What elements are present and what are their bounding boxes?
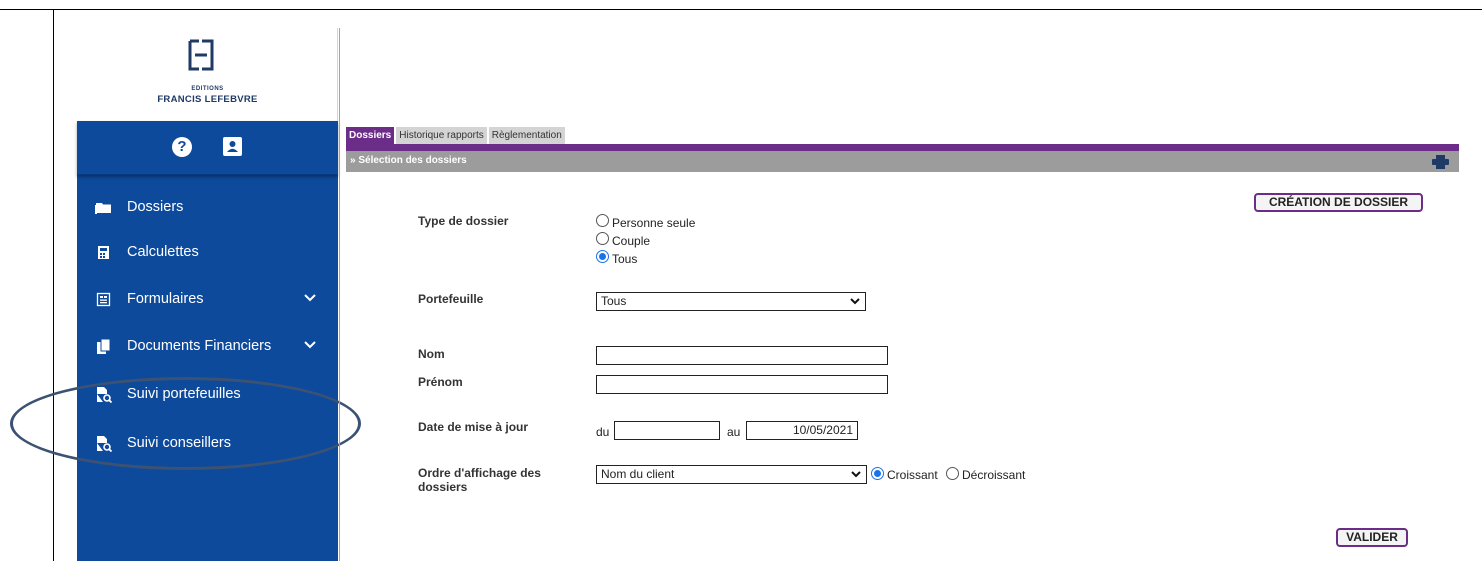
radio-personne-seule[interactable] xyxy=(596,214,609,227)
chevron-down-icon[interactable] xyxy=(304,340,316,350)
radio-decroissant[interactable] xyxy=(946,467,959,480)
documents-icon xyxy=(97,338,111,354)
printer-icon[interactable] xyxy=(1432,155,1449,169)
screenshot-left-border xyxy=(53,9,54,561)
brand-name: FRANCIS LEFEBVRE xyxy=(157,94,258,105)
sidebar-item-label: Suivi portefeuilles xyxy=(127,386,241,402)
brand-logo-mark xyxy=(188,39,214,71)
prenom-label: Prénom xyxy=(418,375,463,389)
sidebar-item-label: Documents Financiers xyxy=(127,338,272,354)
chevron-down-icon[interactable] xyxy=(304,293,316,303)
sidebar-item-documents-financiers[interactable]: Documents Financiers xyxy=(77,324,338,370)
tab-bar: Dossiers Historique rapports Règlementat… xyxy=(346,127,567,144)
tab-reglementation[interactable]: Règlementation xyxy=(488,127,565,144)
sidebar-item-calculettes[interactable]: Calculettes xyxy=(77,230,338,276)
screenshot-top-border xyxy=(0,9,1482,10)
nom-input[interactable] xyxy=(596,346,888,365)
chevron-down-icon xyxy=(850,298,860,305)
sidebar-item-dossiers[interactable]: Dossiers xyxy=(77,185,338,231)
content-divider xyxy=(339,28,340,561)
sidebar-item-label: Formulaires xyxy=(127,291,204,307)
folder-icon xyxy=(95,203,111,214)
radio-croissant[interactable] xyxy=(871,467,884,480)
tab-dossiers[interactable]: Dossiers xyxy=(346,127,395,144)
sidebar-item-label: Calculettes xyxy=(127,244,199,260)
calculator-icon xyxy=(98,246,109,259)
sidebar-item-label: Suivi conseillers xyxy=(127,435,231,451)
sidebar-item-suivi-portefeuilles[interactable]: Suivi portefeuilles xyxy=(77,372,338,418)
portefeuille-select[interactable]: Tous xyxy=(596,292,866,311)
order-label-line1: Ordre d'affichage des xyxy=(418,466,541,480)
date-from-label: du xyxy=(596,425,610,439)
sidebar-item-formulaires[interactable]: Formulaires xyxy=(77,277,338,323)
radio-tous[interactable] xyxy=(596,250,609,263)
sidebar-toolbar: ? xyxy=(77,121,338,175)
order-label: Ordre d'affichage des dossiers xyxy=(418,466,541,494)
file-search-icon xyxy=(97,387,112,403)
portefeuille-select-value: Tous xyxy=(601,294,627,308)
radio-label-couple: Couple xyxy=(612,234,651,248)
order-select-value: Nom du client xyxy=(601,467,675,481)
prenom-input[interactable] xyxy=(596,375,888,394)
brand-small-text: EDITIONS xyxy=(191,86,224,92)
date-to-input[interactable]: 10/05/2021 xyxy=(746,421,858,440)
help-icon[interactable]: ? xyxy=(172,137,192,157)
sidebar-item-suivi-conseillers[interactable]: Suivi conseillers xyxy=(77,421,338,467)
type-dossier-label: Type de dossier xyxy=(418,214,509,228)
portefeuille-label: Portefeuille xyxy=(418,292,484,306)
chevron-down-icon xyxy=(851,471,861,478)
radio-label-croissant: Croissant xyxy=(887,468,938,482)
sidebar: EDITIONS FRANCIS LEFEBVRE ? Dossiers Cal… xyxy=(77,28,338,561)
date-to-label: au xyxy=(727,425,741,439)
section-header: » Sélection des dossiers xyxy=(346,151,1459,172)
order-select[interactable]: Nom du client xyxy=(596,465,867,484)
radio-label-decroissant: Décroissant xyxy=(962,468,1026,482)
order-label-line2: dossiers xyxy=(418,480,468,494)
date-from-input[interactable] xyxy=(614,421,720,440)
create-dossier-button[interactable]: CRÉATION DE DOSSIER xyxy=(1254,193,1423,212)
contact-icon[interactable] xyxy=(223,137,242,156)
valider-button[interactable]: VALIDER xyxy=(1336,528,1408,547)
radio-label-personne-seule: Personne seule xyxy=(612,216,696,230)
date-label: Date de mise à jour xyxy=(418,420,529,434)
form-icon xyxy=(96,292,111,307)
radio-couple[interactable] xyxy=(596,232,609,245)
tab-underline xyxy=(346,144,1459,151)
tab-historique-rapports[interactable]: Historique rapports xyxy=(396,127,487,144)
brand-logo[interactable]: EDITIONS FRANCIS LEFEBVRE xyxy=(77,28,338,121)
section-title: » Sélection des dossiers xyxy=(350,155,467,166)
radio-label-tous: Tous xyxy=(612,252,638,266)
file-search-icon xyxy=(97,436,112,452)
nom-label: Nom xyxy=(418,347,445,361)
sidebar-item-label: Dossiers xyxy=(127,199,184,215)
